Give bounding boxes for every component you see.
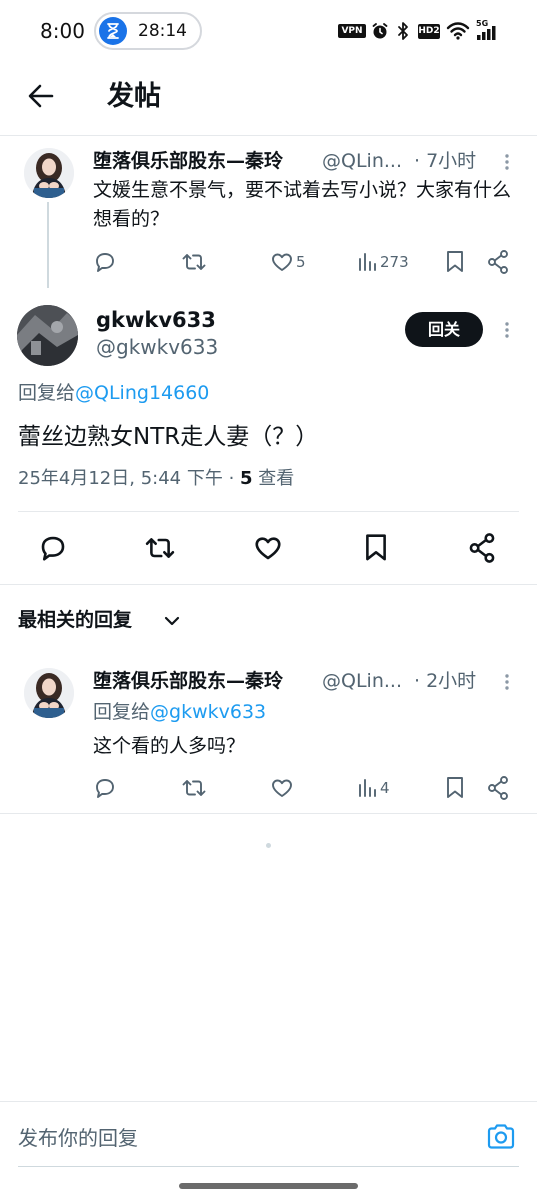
bookmark-icon[interactable]: [444, 249, 466, 275]
view-count: 4: [380, 779, 390, 797]
reply-tweet[interactable]: 堕落俱乐部股东—秦玲 @QLin... · 2小时 回复给@gkwkv633 这…: [0, 656, 537, 814]
reply-input[interactable]: 发布你的回复: [18, 1125, 138, 1151]
tweet-meta: 25年4月12日, 5:44 下午 · 5 查看: [18, 466, 294, 492]
view-count: 273: [380, 253, 409, 271]
reply-icon[interactable]: [93, 250, 117, 274]
bookmark-icon[interactable]: [444, 775, 466, 801]
loading-indicator: [266, 843, 271, 848]
avatar[interactable]: [24, 148, 74, 198]
like-count: 5: [296, 253, 306, 271]
reply-to-link[interactable]: @QLing14660: [75, 382, 209, 404]
avatar[interactable]: [24, 668, 74, 718]
author-name[interactable]: gkwkv633: [96, 307, 216, 333]
share-icon[interactable]: [486, 775, 510, 801]
retweet-icon[interactable]: [181, 250, 207, 274]
page-title: 发帖: [107, 81, 161, 112]
signal-icon: [477, 26, 499, 40]
parent-tweet[interactable]: 堕落俱乐部股东—秦玲 @QLin... · 7小时 文媛生意不景气，要不试着去写…: [0, 136, 537, 288]
chevron-down-icon[interactable]: [162, 611, 182, 631]
reply-divider: [0, 813, 537, 814]
meta-divider: [18, 511, 519, 512]
like-icon[interactable]: [253, 533, 283, 563]
author-name[interactable]: 堕落俱乐部股东—秦玲: [93, 668, 283, 694]
follow-back-button[interactable]: 回关: [405, 312, 483, 347]
replies-sort-label[interactable]: 最相关的回复: [18, 607, 132, 633]
bluetooth-icon: [396, 21, 410, 41]
author-name[interactable]: 堕落俱乐部股东—秦玲: [93, 148, 283, 174]
views-icon[interactable]: [356, 250, 378, 274]
more-options-icon[interactable]: [502, 152, 512, 172]
back-arrow-icon[interactable]: [26, 82, 56, 110]
like-icon[interactable]: [270, 250, 294, 274]
reply-context: 回复给@QLing14660: [18, 380, 209, 406]
like-icon[interactable]: [270, 776, 294, 800]
reply-prefix: 回复给: [93, 701, 151, 723]
tweet-text: 这个看的人多吗？: [93, 735, 246, 757]
reply-composer[interactable]: 发布你的回复: [0, 1102, 537, 1168]
more-options-icon[interactable]: [502, 672, 512, 692]
retweet-icon[interactable]: [181, 776, 207, 800]
tweet-view-label: 查看: [252, 468, 295, 489]
hourglass-icon: [99, 17, 127, 45]
share-icon[interactable]: [486, 249, 510, 275]
reply-icon[interactable]: [93, 776, 117, 800]
tweet-datetime: 25年4月12日, 5:44 下午 ·: [18, 468, 241, 489]
more-options-icon[interactable]: [502, 320, 512, 340]
author-handle[interactable]: @QLin...: [322, 668, 402, 694]
reply-icon[interactable]: [38, 533, 68, 563]
reply-to-link[interactable]: @gkwkv633: [150, 701, 266, 723]
actions-divider: [0, 584, 537, 585]
status-time: 8:00: [40, 19, 85, 43]
vpn-badge: VPN: [338, 24, 366, 38]
main-tweet: gkwkv633 @gkwkv633 回关 回复给@QLing14660 蕾丝边…: [0, 290, 537, 585]
reply-prefix: 回复给: [18, 382, 76, 404]
tweet-text: 文媛生意不景气，要不试着去写小说？大家有什么想看的？: [93, 179, 512, 230]
tweet-view-count: 5: [240, 468, 253, 489]
timer-text: 28:14: [138, 21, 187, 41]
gesture-bar[interactable]: [179, 1183, 358, 1189]
reply-context: 回复给@gkwkv633: [93, 699, 266, 725]
bookmark-icon[interactable]: [362, 532, 390, 564]
author-handle[interactable]: @gkwkv633: [96, 334, 218, 360]
share-icon[interactable]: [467, 532, 497, 564]
wifi-icon: [446, 20, 470, 40]
avatar[interactable]: [17, 305, 78, 366]
camera-icon[interactable]: [486, 1123, 516, 1151]
retweet-icon[interactable]: [144, 533, 176, 563]
tweet-time: · 2小时: [414, 670, 477, 692]
views-icon[interactable]: [356, 776, 378, 800]
tweet-text: 蕾丝边熟女NTR走人妻（？）: [18, 424, 319, 450]
timer-pill[interactable]: 28:14: [94, 12, 202, 50]
thread-line: [47, 202, 49, 288]
author-handle[interactable]: @QLin...: [322, 148, 402, 174]
tweet-time: · 7小时: [414, 150, 477, 172]
hd-badge: HD2: [418, 24, 440, 39]
composer-underline: [18, 1166, 519, 1167]
alarm-icon: [371, 22, 389, 40]
